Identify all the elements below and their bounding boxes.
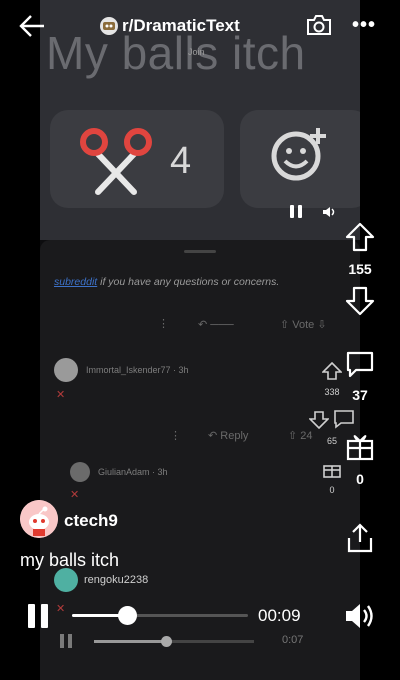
more-icon[interactable]: ••• [352, 15, 376, 35]
video-comment-x-1: ✕ [56, 389, 66, 401]
video-reaction-card: 4 [50, 110, 224, 208]
video-help-line: subreddit if you have any questions or c… [54, 276, 279, 288]
comments-button[interactable]: 37 [336, 350, 384, 403]
share-icon[interactable] [345, 522, 375, 554]
volume-icon[interactable] [344, 602, 376, 630]
pause-icon[interactable] [28, 604, 50, 628]
subreddit-icon[interactable] [100, 17, 118, 35]
comment-icon[interactable] [345, 350, 375, 378]
video-comment-user-2: GiulianAdam · 3h [98, 467, 168, 477]
video-add-reaction-card [240, 110, 360, 208]
share-button[interactable] [336, 522, 384, 559]
video-help-link: subreddit [54, 276, 98, 288]
video-comment-avatar-2 [70, 462, 90, 482]
progress-knob[interactable] [117, 606, 137, 625]
camera-icon[interactable] [306, 14, 332, 36]
video-inner-track-fill [94, 640, 166, 643]
video-inner-track-knob [161, 636, 172, 647]
video-comment-avatar-3 [54, 568, 78, 592]
award-icon[interactable] [345, 432, 375, 462]
subreddit-name[interactable]: r/DramaticText [122, 16, 240, 36]
video-inner-comment-icon [334, 410, 355, 429]
author-avatar[interactable] [20, 500, 58, 538]
video-inner-volume-icon [323, 207, 335, 217]
upvote-icon[interactable] [345, 222, 375, 252]
video-dots-2: ⋮ [170, 430, 181, 442]
video-comment-x-2: ✕ [70, 489, 80, 501]
award-count: 0 [356, 471, 364, 487]
video-comment-user-1: Immortal_Iskender77 · 3h [86, 365, 189, 375]
video-vote-label: Vote [292, 319, 315, 331]
video-inner-play-icon [60, 634, 74, 648]
video-reply-label: Reply [220, 430, 249, 442]
downvote-button[interactable] [336, 286, 384, 321]
video-comment-user-3: rengoku2238 [84, 574, 149, 586]
upvote-count: 155 [348, 261, 372, 277]
player-controls: 00:09 [0, 596, 400, 636]
author-name[interactable]: ctech9 [64, 511, 118, 531]
video-inner-pause-icon [288, 205, 306, 221]
post-title: my balls itch [20, 550, 120, 570]
scissors-icon [80, 128, 152, 195]
back-arrow-icon[interactable] [18, 12, 46, 40]
video-help-text: if you have any questions or concerns. [97, 276, 280, 288]
video-reply-row: ↶ Reply [208, 430, 249, 442]
video-vote-row: ⇧ Vote ⇩ [280, 319, 327, 331]
video-player[interactable]: My balls itch Join 4 subreddit if you ha… [40, 0, 360, 680]
top-bar: r/DramaticText ••• [0, 0, 400, 52]
upvote-button[interactable]: 155 [336, 222, 384, 277]
video-inner-track [94, 636, 254, 647]
playback-time: 00:09 [258, 606, 301, 625]
comment-count: 37 [352, 387, 368, 403]
video-comment-avatar-1 [54, 358, 78, 382]
sheet-handle [184, 250, 216, 253]
video-reply-arrow-1: ↶ ─── [198, 319, 234, 331]
award-button[interactable]: 0 [336, 432, 384, 487]
progress-slider[interactable] [72, 606, 248, 625]
video-reaction-count: 4 [170, 140, 192, 182]
downvote-icon[interactable] [345, 286, 375, 316]
video-inner-downvote-icon [307, 411, 330, 430]
video-dots-1: ⋮ [158, 318, 169, 330]
add-reaction-icon [271, 128, 326, 181]
